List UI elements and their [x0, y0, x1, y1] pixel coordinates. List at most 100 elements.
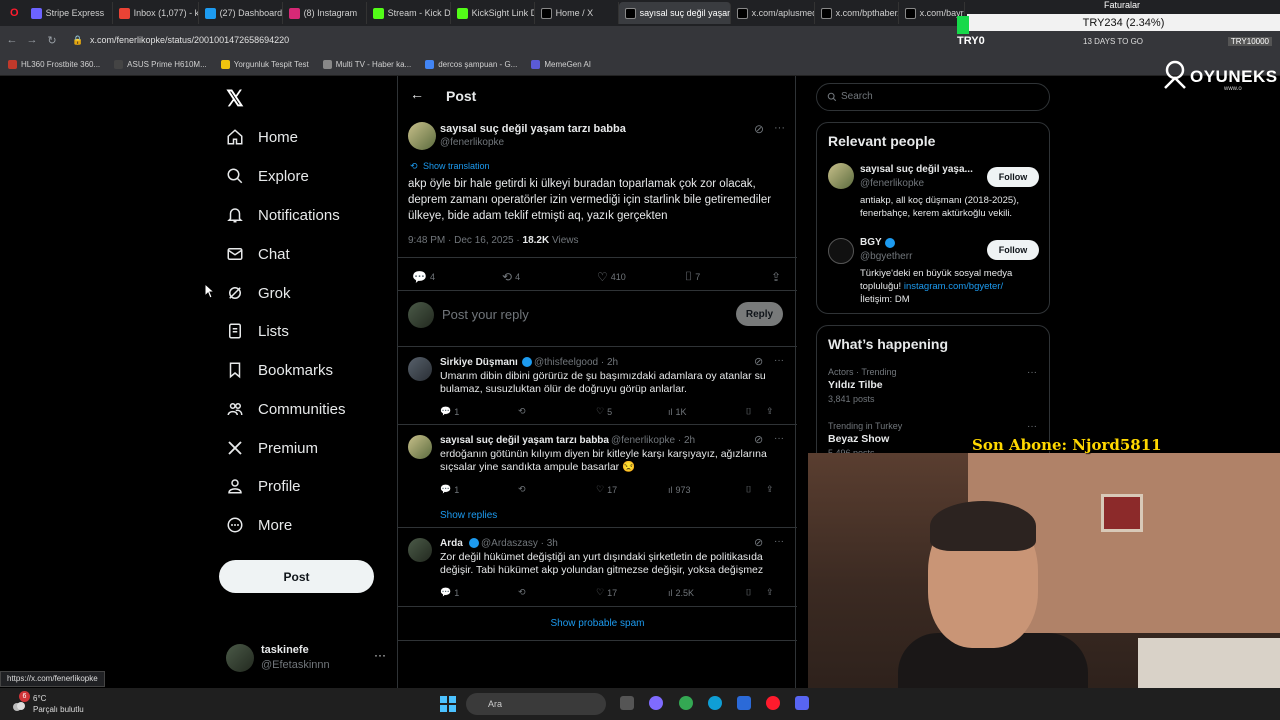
- bgy-avatar[interactable]: [828, 238, 854, 264]
- tweet-author-name[interactable]: sayısal suç değil yaşam tarzı babba: [440, 123, 626, 135]
- views-action[interactable]: ıl 2.5K: [668, 588, 746, 598]
- reply-input[interactable]: Post your reply: [442, 307, 529, 322]
- x-logo-icon[interactable]: 𝕏: [226, 86, 244, 112]
- follow-button[interactable]: Follow: [987, 240, 1039, 260]
- more-dots-icon[interactable]: ···: [774, 355, 784, 366]
- follow-button[interactable]: Follow: [987, 167, 1039, 187]
- browser-tab[interactable]: Home / X: [535, 2, 619, 24]
- url-field[interactable]: x.com/fenerlikopke/status/20010014726586…: [90, 35, 289, 45]
- bookmark-item[interactable]: HL360 Frostbite 360...: [8, 60, 100, 69]
- bookmark-item[interactable]: MemeGen AI: [531, 60, 591, 69]
- store-icon[interactable]: [737, 696, 751, 710]
- repost-action[interactable]: ⟲: [518, 587, 596, 598]
- search-input[interactable]: Search: [816, 83, 1050, 111]
- grok-icon[interactable]: ⊘: [754, 433, 763, 446]
- browser-tab[interactable]: Inbox (1,077) - kick: [113, 2, 199, 24]
- windows-start-icon[interactable]: [440, 696, 456, 712]
- sidebar-item-communities[interactable]: Communities: [226, 394, 346, 424]
- share-action[interactable]: ⇪: [766, 587, 774, 598]
- person-bio-link[interactable]: instagram.com/bgyeter/: [904, 281, 1003, 292]
- browser-tab[interactable]: Stream - Kick Da...: [367, 2, 451, 24]
- browser-tab[interactable]: (8) Instagram: [283, 2, 367, 24]
- bookmark-action[interactable]: ⌷ 7: [685, 269, 771, 284]
- grok-icon[interactable]: ⊘: [754, 536, 763, 549]
- account-switcher[interactable]: taskinefe @Efetaskinnn ···: [226, 642, 386, 678]
- reload-icon[interactable]: ↻: [42, 34, 62, 47]
- sidebar-item-chat[interactable]: Chat: [226, 239, 290, 269]
- reply-button[interactable]: Reply: [736, 302, 783, 326]
- reply-author-name[interactable]: sayısal suç değil yaşam tarzı babba: [440, 435, 609, 446]
- reply-author-handle[interactable]: @Ardaszasy · 3h: [481, 538, 558, 549]
- avatar[interactable]: [408, 122, 436, 150]
- browser-tab[interactable]: (27) Dashboard / ...: [199, 2, 283, 24]
- bookmark-action[interactable]: ⌷: [746, 587, 766, 598]
- reply-author-name[interactable]: Sirkiye Düşmanı: [440, 357, 518, 368]
- more-dots-icon[interactable]: ···: [774, 536, 784, 547]
- sidebar-item-lists[interactable]: Lists: [226, 316, 289, 346]
- show-probable-spam-link[interactable]: Show probable spam: [398, 618, 797, 629]
- tweet-timestamp[interactable]: 9:48 PM · Dec 16, 2025 ·: [408, 235, 523, 246]
- reply-author-name[interactable]: Arda: [440, 538, 463, 549]
- sidebar-item-explore[interactable]: Explore: [226, 161, 309, 191]
- sidebar-item-home[interactable]: Home: [226, 122, 298, 152]
- reply-action[interactable]: 💬 4: [412, 270, 502, 284]
- chrome-icon[interactable]: [679, 696, 693, 710]
- browser-tab-active[interactable]: sayısal suç değil yaşam ta...: [618, 2, 731, 24]
- task-view-icon[interactable]: [620, 696, 634, 710]
- views-action[interactable]: ıl 1K: [668, 407, 746, 417]
- share-action[interactable]: ⇪: [766, 484, 774, 495]
- bookmark-item[interactable]: Yorgunluk Tespit Test: [220, 60, 309, 69]
- sidebar-item-premium[interactable]: Premium: [226, 433, 318, 463]
- back-arrow-icon[interactable]: ←: [2, 34, 22, 46]
- browser-tab[interactable]: KickSight Link De...: [451, 2, 535, 24]
- more-dots-icon[interactable]: ···: [774, 433, 784, 444]
- reply-author-handle[interactable]: @fenerlikopke · 2h: [611, 435, 695, 446]
- forward-arrow-icon[interactable]: →: [22, 34, 42, 46]
- sidebar-item-notifications[interactable]: Notifications: [226, 200, 340, 230]
- share-action[interactable]: ⇪: [771, 270, 781, 284]
- reply-action[interactable]: 💬 1: [440, 484, 518, 495]
- sidebar-item-grok[interactable]: Grok: [226, 278, 291, 308]
- repost-action[interactable]: ⟲: [518, 484, 596, 495]
- browser-tab[interactable]: x.com/aplusmedy...: [731, 2, 815, 24]
- grok-icon[interactable]: ⊘: [754, 355, 763, 368]
- opera-icon[interactable]: [766, 696, 780, 710]
- bookmark-item[interactable]: ASUS Prime H610M...: [114, 60, 207, 69]
- more-dots-icon[interactable]: ···: [374, 648, 386, 662]
- avatar[interactable]: [408, 435, 432, 459]
- copilot-icon[interactable]: [649, 696, 663, 710]
- edge-icon[interactable]: [708, 696, 722, 710]
- discord-icon[interactable]: [795, 696, 809, 710]
- reply-author-handle[interactable]: @thisfeelgood · 2h: [534, 357, 618, 368]
- sidebar-item-profile[interactable]: Profile: [226, 471, 301, 501]
- show-replies-link[interactable]: Show replies: [440, 510, 497, 521]
- reply-action[interactable]: 💬 1: [440, 587, 518, 598]
- avatar[interactable]: [828, 163, 854, 189]
- person-name[interactable]: sayısal suç değil yaşa...: [860, 164, 973, 175]
- sidebar-item-more[interactable]: More: [226, 510, 292, 540]
- more-dots-icon[interactable]: ···: [774, 122, 785, 134]
- views-action[interactable]: ıl 973: [668, 485, 746, 495]
- repost-action[interactable]: ⟲: [518, 406, 596, 417]
- like-action[interactable]: ♡ 410: [597, 270, 685, 284]
- person-handle[interactable]: @bgyetherr: [860, 251, 912, 262]
- tweet-author-handle[interactable]: @fenerlikopke: [440, 137, 504, 148]
- browser-tab[interactable]: x.com/bpthaber/...: [815, 2, 899, 24]
- like-action[interactable]: ♡ 5: [596, 406, 668, 417]
- post-button[interactable]: Post: [219, 560, 374, 593]
- reply-action[interactable]: 💬 1: [440, 406, 518, 417]
- more-dots-icon[interactable]: ···: [1027, 421, 1037, 432]
- show-translation-link[interactable]: Show translation: [423, 161, 490, 171]
- browser-tab[interactable]: x.com/bayrakme...: [899, 2, 965, 24]
- grok-icon[interactable]: ⊘: [754, 122, 764, 136]
- taskbar-search[interactable]: Ara: [466, 693, 606, 715]
- bookmark-item[interactable]: dercos şampuan - G...: [425, 60, 517, 69]
- bookmark-action[interactable]: ⌷: [746, 406, 766, 417]
- share-action[interactable]: ⇪: [766, 406, 774, 417]
- browser-logo-icon[interactable]: O: [4, 2, 25, 24]
- avatar[interactable]: [408, 357, 432, 381]
- person-handle[interactable]: @fenerlikopke: [860, 178, 924, 189]
- bookmark-action[interactable]: ⌷: [746, 484, 766, 495]
- back-arrow-icon[interactable]: ←: [410, 86, 424, 102]
- like-action[interactable]: ♡ 17: [596, 587, 668, 598]
